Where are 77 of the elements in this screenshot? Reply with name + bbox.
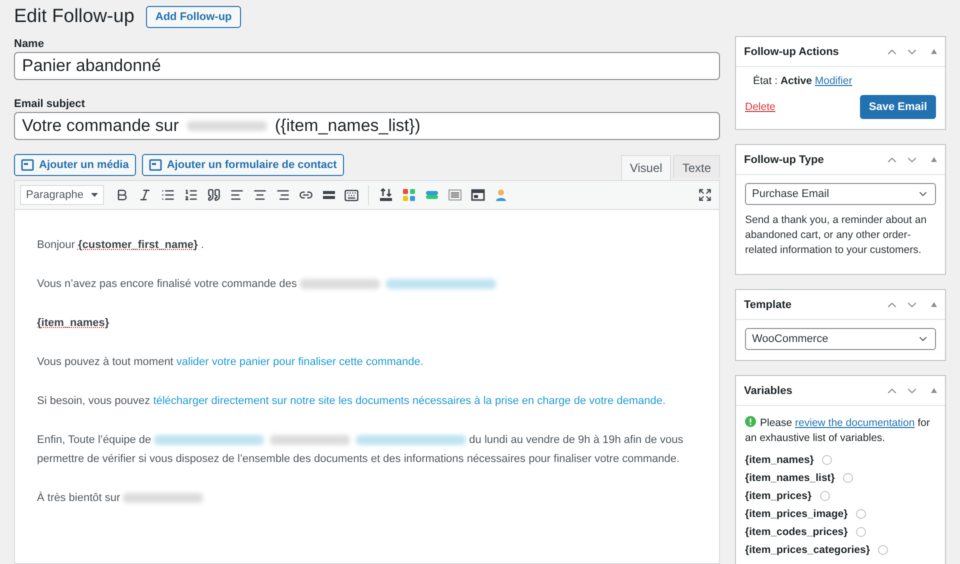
- align-center-icon[interactable]: [252, 188, 266, 202]
- page-title: Edit Follow-up: [14, 6, 134, 28]
- form-icon: [148, 159, 162, 171]
- media-icon: [21, 159, 34, 171]
- keyboard-icon[interactable]: [344, 188, 359, 202]
- collapse-icon[interactable]: [931, 302, 937, 307]
- person-icon[interactable]: [494, 188, 508, 202]
- info-icon: [745, 416, 756, 427]
- panel-title: Variables: [744, 384, 794, 396]
- bullet-list-icon[interactable]: [160, 188, 174, 202]
- description-text: Send a thank you, a reminder about an abandoned cart, or any other order-related information to your customers.: [745, 213, 928, 258]
- align-right-icon[interactable]: [276, 188, 290, 202]
- align-left-icon[interactable]: [230, 188, 244, 202]
- name-field[interactable]: Panier abandonné: [14, 52, 720, 80]
- link[interactable]: valider votre panier pour finaliser cette commande.: [176, 356, 424, 368]
- variable-text: {customer_first_name}: [78, 239, 198, 251]
- text: .: [200, 239, 204, 251]
- fullscreen-icon[interactable]: [698, 188, 712, 202]
- caret-icon: [91, 193, 98, 197]
- text: Bonjour: [37, 239, 76, 251]
- collapse-icon[interactable]: [931, 157, 937, 162]
- variable-name: {item_prices_image}: [745, 508, 848, 520]
- text: Votre commande sur: [22, 116, 179, 136]
- editor-tab[interactable]: Texte: [673, 155, 720, 178]
- help-icon[interactable]: [822, 455, 832, 465]
- subject-field[interactable]: Votre commande sur ({item_names_list}): [14, 112, 720, 140]
- variable-name: {item_prices_categories}: [745, 544, 870, 556]
- text: du lundi au vendre de 9h à 19h afin de vous: [469, 434, 684, 446]
- notice-text: Please review the documentation for an exhaustive list of variables.: [745, 416, 931, 446]
- panel-title: Follow-up Actions: [744, 46, 840, 58]
- save-button[interactable]: Save Email: [860, 95, 936, 119]
- variable-name: {item_codes_prices}: [745, 526, 848, 538]
- colored-squares-icon[interactable]: [402, 188, 416, 202]
- upload-icon[interactable]: [378, 188, 392, 202]
- text: Si besoin, vous pouvez: [37, 395, 152, 407]
- dropdown[interactable]: Purchase Email: [745, 183, 936, 205]
- panel-title: Follow-up Type: [744, 154, 825, 166]
- text: Vous n’avez pas encore finalisé votre commande des: [37, 278, 297, 290]
- status-text: État : Active: [753, 75, 812, 87]
- text: permettre de vérifier si vous disposez de l’ensemble des documents et des informations nécessaires pour finaliser votre commande.: [37, 453, 680, 465]
- add-contact-form-button[interactable]: Ajouter un formulaire de contact: [142, 154, 344, 176]
- dropdown[interactable]: WooCommerce: [745, 328, 936, 350]
- variable-name: {item_names}: [745, 454, 814, 466]
- window-icon[interactable]: [470, 188, 484, 202]
- collapse-icon[interactable]: [931, 388, 937, 393]
- field-label: Email subject: [14, 98, 86, 110]
- editor-content[interactable]: [14, 210, 720, 564]
- read-more-icon[interactable]: [322, 188, 336, 202]
- add-follow-up-button[interactable]: Add Follow-up: [146, 6, 241, 28]
- delete-link[interactable]: Delete: [745, 101, 776, 113]
- modify-link[interactable]: Modifier: [814, 75, 852, 87]
- field-label: Name: [14, 38, 45, 50]
- help-icon[interactable]: [878, 545, 888, 555]
- variable-name: {item_prices}: [745, 490, 812, 502]
- text: Enfin, Toute l’équipe de: [37, 434, 152, 446]
- quote-icon[interactable]: [206, 188, 220, 202]
- format-dropdown[interactable]: Paragraphe: [20, 185, 104, 205]
- toggle-bar-icon[interactable]: [424, 188, 438, 202]
- link[interactable]: télécharger directement sur notre site les documents nécessaires à la prise en charge de votre demande.: [153, 395, 666, 407]
- help-icon[interactable]: [856, 509, 866, 519]
- variable-name: {item_names_list}: [745, 472, 835, 484]
- editor-tab[interactable]: Visuel: [620, 155, 672, 180]
- italic-icon[interactable]: [138, 188, 152, 202]
- help-icon[interactable]: [820, 491, 830, 501]
- lines-icon[interactable]: [448, 188, 462, 202]
- text: À très bientôt sur: [37, 492, 120, 504]
- collapse-icon[interactable]: [931, 49, 937, 54]
- panel-title: Template: [744, 298, 792, 310]
- help-icon[interactable]: [856, 527, 866, 537]
- documentation-link[interactable]: review the documentation: [795, 417, 915, 429]
- field-value: Panier abandonné: [22, 56, 161, 76]
- numbered-list-icon[interactable]: [184, 188, 198, 202]
- text: ({item_names_list}): [274, 116, 420, 136]
- add-media-button[interactable]: Ajouter un média: [14, 154, 136, 176]
- text: Vous pouvez à tout moment: [37, 356, 174, 368]
- variable-text: {item_names}: [37, 317, 110, 329]
- help-icon[interactable]: [842, 473, 853, 483]
